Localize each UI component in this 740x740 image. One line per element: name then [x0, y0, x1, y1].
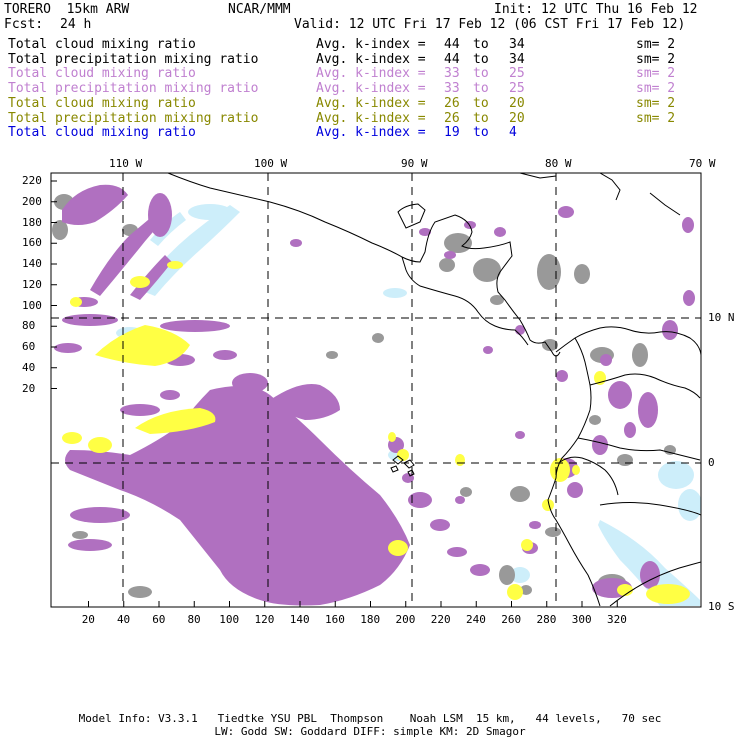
left-axis-tick-label: 160 [22, 236, 42, 250]
right-lat-label-0: 0 [708, 456, 715, 469]
bottom-axis-tick-label: 320 [607, 613, 627, 626]
cloud-shading-purple [54, 184, 695, 606]
right-lat-label-10s: 10 S [708, 600, 735, 613]
left-axis-tick-label: 80 [22, 319, 36, 333]
top-lon-label-70w: 70 W [689, 157, 716, 170]
top-lon-label-110w: 110 W [109, 157, 143, 170]
bottom-axis-tick-label: 100 [219, 613, 240, 626]
right-lat-label-10n: 10 N [708, 311, 735, 324]
bottom-axis-tick-label: 40 [116, 613, 131, 626]
bottom-axis-tick-label: 120 [254, 613, 275, 626]
left-axis-tick-label: 180 [22, 215, 42, 229]
bottom-axis-tick-label: 80 [187, 613, 201, 626]
field-layer [52, 184, 701, 606]
bottom-axis-tick-label: 260 [501, 613, 522, 626]
bottom-axis-tick-label: 200 [395, 613, 416, 626]
map-plot [50, 172, 702, 608]
bottom-axis-tick-label: 160 [325, 613, 345, 626]
top-lon-label-90w: 90 W [401, 157, 428, 170]
bottom-axis-tick-label: 140 [289, 613, 310, 626]
left-axis-tick-label: 60 [22, 340, 36, 353]
bottom-axis-tick-label: 240 [466, 613, 486, 626]
left-axis-tick-label: 20 [22, 381, 36, 395]
bottom-axis-tick-label: 280 [536, 613, 557, 626]
model-info-line: Model Info: V3.3.1 Tiedtke YSU PBL Thomp… [78, 712, 662, 725]
bottom-axis-tick-label: 220 [430, 613, 451, 626]
left-axis-tick-label: 40 [22, 360, 36, 374]
bottom-axis-tick-label: 20 [81, 613, 95, 626]
top-lon-label-100w: 100 W [254, 157, 288, 170]
left-axis-tick-label: 220 [22, 174, 42, 187]
bottom-axis-tick-label: 300 [571, 613, 592, 626]
left-axis-tick-label: 200 [22, 194, 42, 208]
left-axis-tick-label: 140 [22, 257, 42, 270]
left-axis-tick-label: 120 [22, 277, 42, 291]
bottom-axis-tick-label: 60 [152, 613, 166, 626]
top-lon-label-80w: 80 W [545, 157, 572, 170]
physics-info-line: LW: Godd SW: Goddard DIFF: simple KM: 2D… [214, 725, 526, 738]
left-axis-tick-label: 100 [22, 298, 42, 312]
bottom-axis-tick-label: 180 [360, 613, 381, 626]
